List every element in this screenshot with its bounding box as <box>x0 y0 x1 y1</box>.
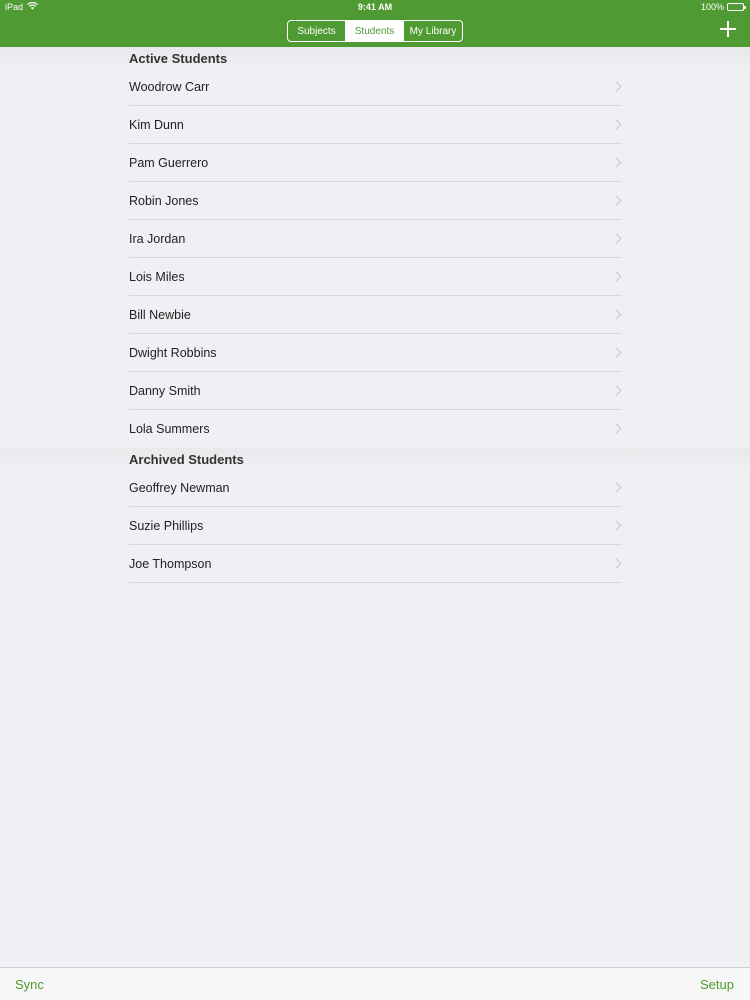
list-item[interactable]: Joe Thompson <box>0 545 750 583</box>
list-item[interactable]: Woodrow Carr <box>0 68 750 106</box>
divider <box>129 582 622 583</box>
tab-subjects[interactable]: Subjects <box>288 21 346 41</box>
list-item[interactable]: Lola Summers <box>0 410 750 448</box>
chevron-right-icon <box>611 423 622 434</box>
chevron-right-icon <box>611 520 622 531</box>
list-item[interactable]: Dwight Robbins <box>0 334 750 372</box>
chevron-right-icon <box>611 157 622 168</box>
section-title-active: Active Students <box>129 51 228 66</box>
list-item[interactable]: Lois Miles <box>0 258 750 296</box>
chevron-right-icon <box>611 233 622 244</box>
chevron-right-icon <box>611 385 622 396</box>
student-name: Woodrow Carr <box>129 80 210 94</box>
chevron-right-icon <box>611 309 622 320</box>
tab-students[interactable]: Students <box>346 21 404 41</box>
list-item[interactable]: Geoffrey Newman <box>0 469 750 507</box>
chevron-right-icon <box>611 271 622 282</box>
list-item[interactable]: Kim Dunn <box>0 106 750 144</box>
active-students-list: Woodrow Carr Kim Dunn Pam Guerrero Robin… <box>0 68 750 448</box>
bottom-toolbar: Sync Setup <box>0 967 750 1000</box>
archived-students-list: Geoffrey Newman Suzie Phillips Joe Thomp… <box>0 469 750 583</box>
student-name: Kim Dunn <box>129 118 184 132</box>
battery-icon <box>727 3 746 11</box>
list-item[interactable]: Suzie Phillips <box>0 507 750 545</box>
battery-percent: 100% <box>700 2 724 12</box>
student-name: Dwight Robbins <box>129 346 217 360</box>
top-bar: iPad 9:41 AM 100% Subjects Students My L… <box>0 0 750 47</box>
chevron-right-icon <box>611 558 622 569</box>
segmented-control: Subjects Students My Library <box>287 20 463 42</box>
student-name: Joe Thompson <box>129 557 212 571</box>
tab-my-library[interactable]: My Library <box>404 21 462 41</box>
student-name: Geoffrey Newman <box>129 481 230 495</box>
plus-icon[interactable] <box>720 21 736 37</box>
chevron-right-icon <box>611 347 622 358</box>
status-time: 9:41 AM <box>357 2 393 12</box>
status-right: 100% <box>700 2 746 12</box>
list-item[interactable]: Pam Guerrero <box>0 144 750 182</box>
chevron-right-icon <box>611 482 622 493</box>
setup-button[interactable]: Setup <box>700 977 734 992</box>
student-name: Pam Guerrero <box>129 156 209 170</box>
chevron-right-icon <box>611 119 622 130</box>
student-name: Robin Jones <box>129 194 199 208</box>
list-item[interactable]: Ira Jordan <box>0 220 750 258</box>
student-name: Lois Miles <box>129 270 185 284</box>
status-bar: iPad 9:41 AM 100% <box>0 0 750 16</box>
list-item[interactable]: Robin Jones <box>0 182 750 220</box>
section-title-archived: Archived Students <box>129 452 244 467</box>
student-name: Suzie Phillips <box>129 519 204 533</box>
list-item[interactable]: Bill Newbie <box>0 296 750 334</box>
student-name: Bill Newbie <box>129 308 191 322</box>
student-name: Ira Jordan <box>129 232 186 246</box>
chevron-right-icon <box>611 195 622 206</box>
sync-button[interactable]: Sync <box>15 977 44 992</box>
chevron-right-icon <box>611 81 622 92</box>
student-name: Lola Summers <box>129 422 210 436</box>
student-name: Danny Smith <box>129 384 201 398</box>
list-item[interactable]: Danny Smith <box>0 372 750 410</box>
